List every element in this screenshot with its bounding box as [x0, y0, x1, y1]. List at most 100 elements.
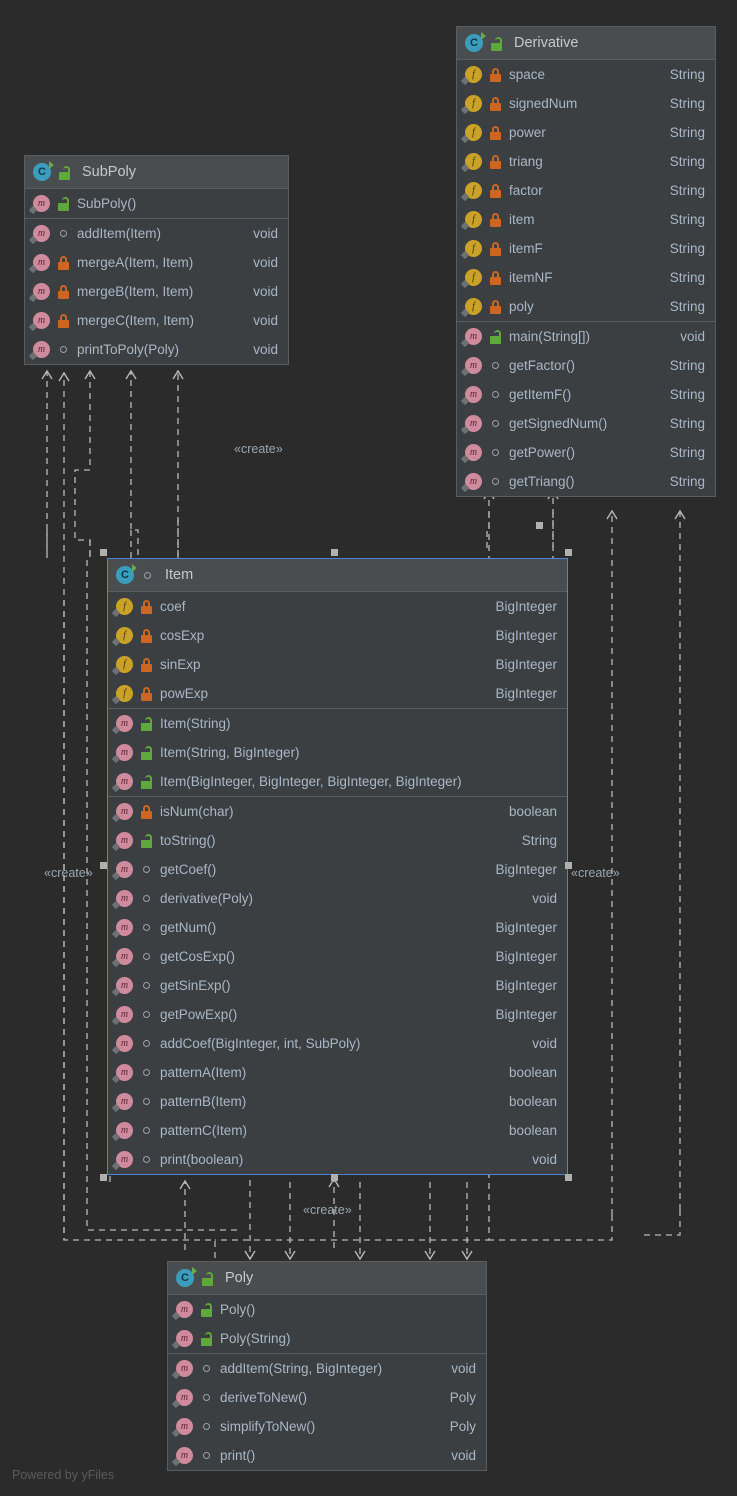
- method-row[interactable]: m Item(String, BigInteger): [108, 738, 567, 767]
- selection-handle[interactable]: [100, 549, 107, 556]
- class-header-poly[interactable]: C Poly: [168, 1262, 486, 1295]
- circle-package-icon: [489, 416, 502, 431]
- method-row[interactable]: m mergeB(Item, Item) void: [25, 277, 288, 306]
- method-row[interactable]: m getCoef() BigInteger: [108, 855, 567, 884]
- field-row[interactable]: f triang String: [457, 147, 715, 176]
- method-row[interactable]: m simplifyToNew() Poly: [168, 1412, 486, 1441]
- method-row[interactable]: m getPower() String: [457, 438, 715, 467]
- method-row[interactable]: m Poly(String): [168, 1324, 486, 1353]
- lock-private-icon: [489, 154, 502, 169]
- method-row[interactable]: m getTriang() String: [457, 467, 715, 496]
- member-name: poly: [509, 299, 534, 314]
- method-row[interactable]: m getSinExp() BigInteger: [108, 971, 567, 1000]
- method-row[interactable]: m isNum(char) boolean: [108, 797, 567, 826]
- method-row[interactable]: m getPowExp() BigInteger: [108, 1000, 567, 1029]
- method-row[interactable]: m addItem(String, BigInteger) void: [168, 1354, 486, 1383]
- member-name: patternC(Item): [160, 1123, 248, 1138]
- field-row[interactable]: f sinExp BigInteger: [108, 650, 567, 679]
- method-row[interactable]: m deriveToNew() Poly: [168, 1383, 486, 1412]
- field-icon: f: [465, 240, 482, 257]
- method-icon: m: [116, 1064, 133, 1081]
- class-header-subpoly[interactable]: C SubPoly: [25, 156, 288, 189]
- class-name: Poly: [225, 1270, 254, 1286]
- circle-package-icon: [141, 568, 154, 583]
- circle-package-icon: [57, 342, 70, 357]
- uml-class-subpoly[interactable]: C SubPoly m SubPoly() m addItem(Item) void m mer…: [24, 155, 289, 365]
- field-row[interactable]: f powExp BigInteger: [108, 679, 567, 708]
- method-row[interactable]: m Poly(): [168, 1295, 486, 1324]
- selection-handle[interactable]: [100, 862, 107, 869]
- member-type: void: [532, 1152, 557, 1167]
- field-row[interactable]: f space String: [457, 60, 715, 89]
- selection-handle[interactable]: [565, 1174, 572, 1181]
- method-row[interactable]: m toString() String: [108, 826, 567, 855]
- uml-class-derivative[interactable]: C Derivative f space String f signedNum String f…: [456, 26, 716, 497]
- method-row[interactable]: m print() void: [168, 1441, 486, 1470]
- selection-handle[interactable]: [100, 1174, 107, 1181]
- method-icon: m: [176, 1389, 193, 1406]
- method-row[interactable]: m getSignedNum() String: [457, 409, 715, 438]
- method-row[interactable]: m printToPoly(Poly) void: [25, 335, 288, 364]
- method-row[interactable]: m getNum() BigInteger: [108, 913, 567, 942]
- class-section: m Item(String) m Item(String, BigInteger) m I…: [108, 708, 567, 796]
- method-row[interactable]: m addCoef(BigInteger, int, SubPoly) void: [108, 1029, 567, 1058]
- method-row[interactable]: m derivative(Poly) void: [108, 884, 567, 913]
- field-row[interactable]: f coef BigInteger: [108, 592, 567, 621]
- class-header-derivative[interactable]: C Derivative: [457, 27, 715, 60]
- field-row[interactable]: f poly String: [457, 292, 715, 321]
- method-row[interactable]: m getItemF() String: [457, 380, 715, 409]
- member-type: void: [253, 255, 278, 270]
- method-row[interactable]: m Item(String): [108, 709, 567, 738]
- circle-package-icon: [200, 1390, 213, 1405]
- member-type: void: [253, 313, 278, 328]
- class-icon: C: [33, 161, 54, 181]
- uml-class-item[interactable]: C Item f coef BigInteger f cosExp BigInteger f si…: [107, 558, 568, 1175]
- method-row[interactable]: m mergeC(Item, Item) void: [25, 306, 288, 335]
- method-row[interactable]: m patternC(Item) boolean: [108, 1116, 567, 1145]
- method-row[interactable]: m patternA(Item) boolean: [108, 1058, 567, 1087]
- method-row[interactable]: m Item(BigInteger, BigInteger, BigInteger…: [108, 767, 567, 796]
- selection-handle[interactable]: [536, 522, 543, 529]
- member-name: patternA(Item): [160, 1065, 247, 1080]
- field-row[interactable]: f signedNum String: [457, 89, 715, 118]
- member-name: toString(): [160, 833, 216, 848]
- selection-handle[interactable]: [331, 1174, 338, 1181]
- class-header-item[interactable]: C Item: [108, 559, 567, 592]
- field-row[interactable]: f factor String: [457, 176, 715, 205]
- diagram-canvas[interactable]: «create» «create» «create» «create» C Sub…: [0, 0, 737, 1496]
- member-name: simplifyToNew(): [220, 1419, 316, 1434]
- class-arrow-icon: [192, 1267, 197, 1275]
- method-icon: m: [116, 832, 133, 849]
- method-row[interactable]: m mergeA(Item, Item) void: [25, 248, 288, 277]
- field-row[interactable]: f cosExp BigInteger: [108, 621, 567, 650]
- member-type: void: [532, 891, 557, 906]
- field-row[interactable]: f item String: [457, 205, 715, 234]
- field-icon: f: [116, 598, 133, 615]
- method-row[interactable]: m getFactor() String: [457, 351, 715, 380]
- field-row[interactable]: f power String: [457, 118, 715, 147]
- method-row[interactable]: m getCosExp() BigInteger: [108, 942, 567, 971]
- selection-handle[interactable]: [331, 549, 338, 556]
- field-row[interactable]: f itemF String: [457, 234, 715, 263]
- method-row[interactable]: m SubPoly(): [25, 189, 288, 218]
- uml-class-poly[interactable]: C Poly m Poly() m Poly(String) m addItem(String…: [167, 1261, 487, 1471]
- class-name: SubPoly: [82, 164, 137, 180]
- field-icon: f: [116, 685, 133, 702]
- method-row[interactable]: m main(String[]) void: [457, 322, 715, 351]
- member-name: mergeC(Item, Item): [77, 313, 195, 328]
- member-name: Item(String, BigInteger): [160, 745, 300, 760]
- method-row[interactable]: m patternB(Item) boolean: [108, 1087, 567, 1116]
- method-row[interactable]: m addItem(Item) void: [25, 219, 288, 248]
- field-icon: f: [465, 66, 482, 83]
- lock-private-icon: [140, 804, 153, 819]
- circle-package-icon: [140, 1123, 153, 1138]
- lock-private-icon: [489, 212, 502, 227]
- selection-handle[interactable]: [565, 549, 572, 556]
- member-type: BigInteger: [495, 1007, 557, 1022]
- field-row[interactable]: f itemNF String: [457, 263, 715, 292]
- method-row[interactable]: m print(boolean) void: [108, 1145, 567, 1174]
- class-section: m isNum(char) boolean m toString() String m get…: [108, 796, 567, 1174]
- field-icon: f: [465, 211, 482, 228]
- selection-handle[interactable]: [565, 862, 572, 869]
- member-name: itemF: [509, 241, 543, 256]
